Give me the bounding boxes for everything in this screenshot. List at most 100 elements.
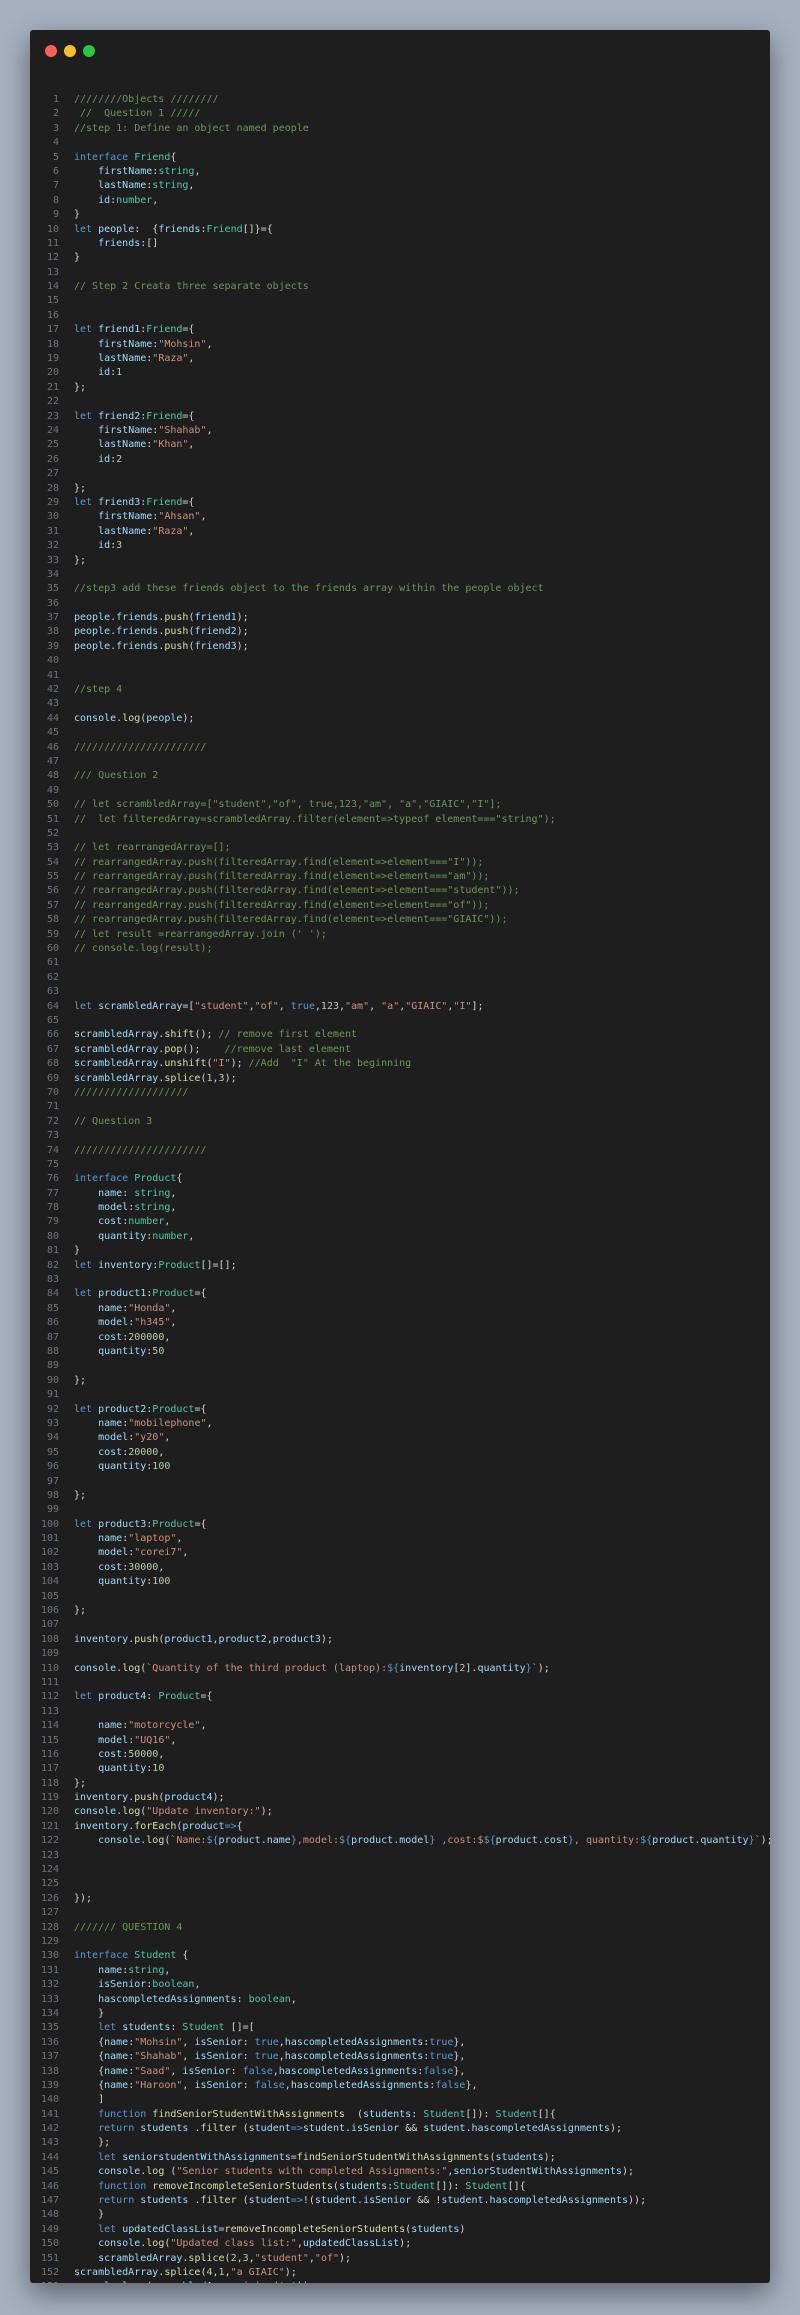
- code-text: isSenior:boolean,: [74, 1978, 200, 1992]
- code-line: 49: [30, 784, 770, 798]
- code-text: cost:200000,: [74, 1331, 170, 1345]
- code-line: 150 console.log("Updated class list:",up…: [30, 2237, 770, 2251]
- line-number: 123: [40, 1849, 59, 1861]
- line-number: 149: [40, 2223, 59, 2235]
- code-token: []}={: [242, 223, 273, 235]
- code-line: 98};: [30, 1489, 770, 1503]
- code-line: 41: [30, 669, 770, 683]
- code-line: 125: [30, 1877, 770, 1891]
- code-text: // console.log(result);: [74, 942, 212, 956]
- code-token: friends: [116, 626, 159, 638]
- code-token: string: [158, 165, 195, 177]
- code-line: 124: [30, 1863, 770, 1877]
- code-token: 10: [152, 1763, 165, 1775]
- line-number: 145: [40, 2166, 59, 2178]
- maximize-button[interactable]: [83, 45, 95, 57]
- code-token: Student: [182, 2022, 225, 2034]
- code-text: // rearrangedArray.push(filteredArray.fi…: [74, 899, 489, 913]
- line-number: 107: [40, 1619, 59, 1631]
- code-token: ();: [194, 1029, 219, 1041]
- code-token: "Senior students with completed Assignme…: [176, 2166, 448, 2178]
- line-number: 26: [46, 453, 59, 465]
- line-number: 31: [46, 525, 59, 537]
- line-number: 113: [40, 1705, 59, 1717]
- code-text: // Step 2 Creata three separate objects: [74, 280, 309, 294]
- line-number: 95: [46, 1446, 59, 1458]
- code-token: ,: [164, 1432, 171, 1444]
- code-text: console.log("Update inventory:");: [74, 1805, 273, 1819]
- code-text: inventory.push(product4);: [74, 1791, 225, 1805]
- code-line: 36: [30, 597, 770, 611]
- code-window: 1 ////////Objects //////// 2 // Question 1…: [30, 30, 770, 2283]
- line-number: 19: [46, 353, 59, 365]
- code-token: log: [146, 1835, 165, 1847]
- code-token: ,: [206, 424, 213, 436]
- code-token: []=[: [224, 2022, 255, 2034]
- code-line: 140 ]: [30, 2093, 770, 2107]
- code-line: 9}: [30, 208, 770, 222]
- code-token: true: [254, 2036, 279, 2048]
- close-button[interactable]: [45, 45, 57, 57]
- line-number: 50: [46, 799, 59, 811]
- code-token: ={: [182, 496, 195, 508]
- code-editor[interactable]: 1 ////////Objects //////// 2 // Question 1…: [30, 93, 770, 2283]
- code-text: let product1:Product={: [74, 1287, 207, 1301]
- code-text: model:"UQ16",: [74, 1734, 176, 1748]
- code-token: friend3: [98, 496, 141, 508]
- code-token: Student: [423, 2108, 466, 2120]
- code-token: log: [146, 2166, 165, 2178]
- code-line: 94 model:"y20",: [30, 1431, 770, 1445]
- code-line: 106};: [30, 1604, 770, 1618]
- code-token: "student": [194, 1000, 249, 1012]
- code-line: 22: [30, 395, 770, 409]
- line-number: 134: [40, 2007, 59, 2019]
- code-token: 100: [152, 1576, 171, 1588]
- code-line: 135 let students: Student []=[: [30, 2021, 770, 2035]
- code-token: //////////////////////: [74, 1144, 207, 1156]
- line-number: 96: [46, 1461, 59, 1473]
- code-token: ,: [188, 439, 195, 451]
- code-text: {name:"Shahab", isSenior: true,hascomple…: [74, 2050, 465, 2064]
- code-text: scrambledArray.shift(); // remove first …: [74, 1028, 357, 1042]
- code-token: ={: [194, 1518, 207, 1530]
- code-text: firstName:"Shahab",: [74, 424, 213, 438]
- code-token: product: [495, 1835, 538, 1847]
- code-line: 10 let people: {friends:Friend[]}={: [30, 223, 770, 237]
- code-text: let friend1:Friend={: [74, 323, 194, 337]
- code-token: "mobilephone": [128, 1417, 207, 1429]
- code-token: console: [74, 712, 117, 724]
- code-token: boolean: [152, 1979, 195, 1991]
- code-line: 72 // Question 3: [30, 1115, 770, 1129]
- code-text: };: [74, 1374, 86, 1388]
- line-number: 34: [46, 568, 59, 580]
- code-token: seniorstudentWithAssignments: [122, 2151, 291, 2163]
- code-token: let: [74, 1259, 93, 1271]
- minimize-button[interactable]: [64, 45, 76, 57]
- code-token: findSeniorStudentWithAssignments: [296, 2151, 490, 2163]
- code-token: ${: [640, 1835, 653, 1847]
- code-token: id: [98, 453, 111, 465]
- code-text: // rearrangedArray.push(filteredArray.fi…: [74, 884, 520, 898]
- code-token: console: [74, 1806, 117, 1818]
- line-number: 6: [52, 165, 59, 177]
- code-token: friends: [98, 237, 141, 249]
- code-text: firstName:string,: [74, 165, 200, 179]
- code-line: 53 // let rearrangedArray=[];: [30, 841, 770, 855]
- line-number: 126: [40, 1892, 59, 1904]
- code-line: 141 function findSeniorStudentWithAssign…: [30, 2108, 770, 2122]
- code-token: :: [122, 1187, 135, 1199]
- code-line: 130 interface Student {: [30, 1949, 770, 1963]
- code-text: //////////////////////: [74, 741, 206, 755]
- code-text: inventory.forEach(product=>{: [74, 1820, 243, 1834]
- code-token: ,: [182, 2051, 195, 2063]
- code-token: Friend: [146, 410, 183, 422]
- code-token: scrambledArray: [98, 2252, 183, 2264]
- code-token: product2: [218, 1633, 267, 1645]
